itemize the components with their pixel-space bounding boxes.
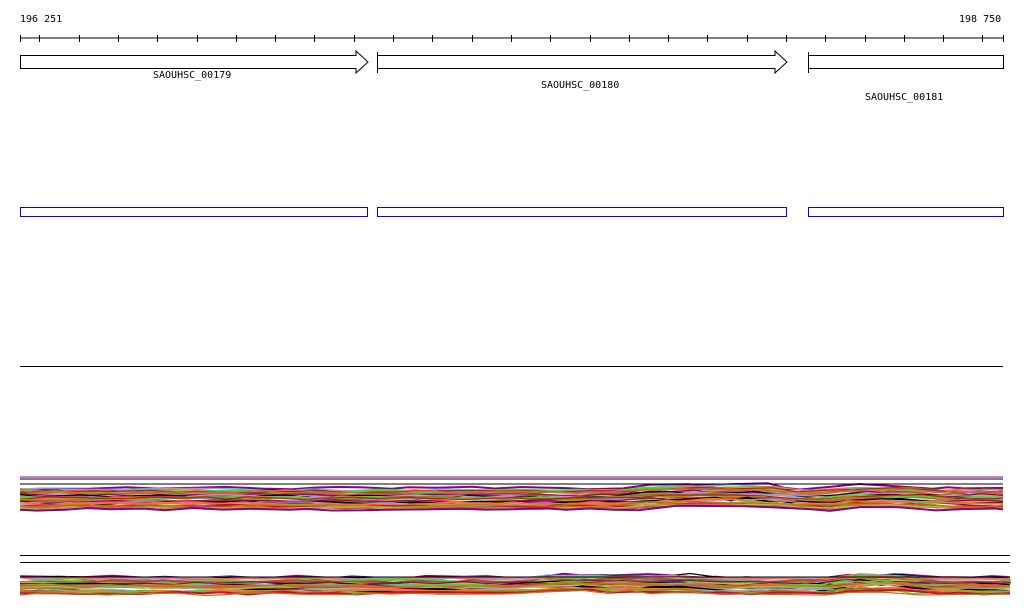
coverage-traces-2 <box>19 572 1011 597</box>
gene-label-1: SAOUHSC_00179 <box>153 70 232 81</box>
feature-box-2[interactable] <box>377 207 787 217</box>
coverage-traces-1 <box>19 476 1004 512</box>
feature-box-1[interactable] <box>20 207 368 217</box>
gene-box-3[interactable] <box>808 55 1004 69</box>
gene-arrow-2[interactable] <box>377 49 788 75</box>
gene-label-2: SAOUHSC_00180 <box>541 80 620 91</box>
gene-label-3: SAOUHSC_00181 <box>865 92 944 103</box>
position-ruler <box>20 35 1004 42</box>
feature-box-3[interactable] <box>808 207 1004 217</box>
